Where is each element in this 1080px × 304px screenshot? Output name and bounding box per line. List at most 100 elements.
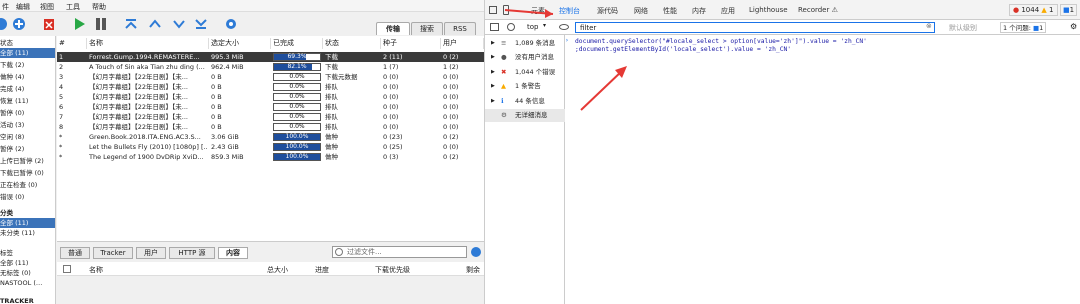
torrent-row[interactable]: 2 A Touch of Sin aka Tian zhu ding (... 96… bbox=[57, 62, 484, 72]
collapse-icon[interactable] bbox=[471, 247, 481, 257]
tag-item[interactable]: NASTOOL (… bbox=[0, 278, 55, 288]
cell-num: 6 bbox=[59, 103, 64, 111]
torrent-row[interactable]: 8 【幻月字幕组】【22年日剧】【未... 0 B 排队 0 (0) 0 (0) 0.0% bbox=[57, 122, 484, 132]
cell-seeds: 0 (3) bbox=[383, 153, 399, 161]
col-file-name[interactable]: 名称 bbox=[89, 265, 103, 275]
cell-seeds: 0 (0) bbox=[383, 83, 399, 91]
status-filter-item[interactable]: 正在检查 (0) bbox=[0, 180, 55, 190]
col-file-progress[interactable]: 进度 bbox=[315, 265, 329, 275]
torrent-row[interactable]: * Let the Bullets Fly (2010) [1080p] [...… bbox=[57, 142, 484, 152]
sidebar-errors[interactable]: ▶ ✖ 1,044 个错误 bbox=[485, 66, 565, 79]
col-seeds[interactable]: 种子 bbox=[381, 38, 441, 49]
settings-gear-icon[interactable]: ⚙ bbox=[1070, 22, 1077, 31]
col-num[interactable]: # bbox=[57, 38, 87, 49]
col-size[interactable]: 选定大小 bbox=[209, 38, 271, 49]
issues-label: 1 个问题: bbox=[1003, 24, 1031, 32]
clear-filter-icon[interactable]: ⊗ bbox=[926, 22, 932, 30]
cell-peers: 0 (2) bbox=[443, 133, 459, 141]
torrent-row[interactable]: 7 【幻月字幕组】【22年日剧】【未... 0 B 排队 0 (0) 0 (0) 0.0% bbox=[57, 112, 484, 122]
status-filter-item[interactable]: 空闲 (8) bbox=[0, 132, 55, 142]
col-status[interactable]: 状态 bbox=[323, 38, 381, 49]
device-icon[interactable] bbox=[503, 5, 509, 15]
error-badge[interactable]: ● 1044 ▲ 1 bbox=[1009, 4, 1058, 16]
sidebar-verbose[interactable]: ⚙ 无详细消息 bbox=[485, 109, 565, 122]
menu-file[interactable]: 件 bbox=[2, 2, 9, 12]
col-peers[interactable]: 用户 bbox=[441, 38, 484, 49]
sidebar-info[interactable]: ▶ ℹ 44 条信息 bbox=[485, 95, 565, 108]
status-filter-item[interactable]: 上传已暂停 (2) bbox=[0, 156, 55, 166]
tab-console[interactable]: 控制台 bbox=[559, 6, 580, 16]
status-filter-item[interactable]: 下载 (2) bbox=[0, 60, 55, 70]
clear-console-icon[interactable] bbox=[507, 23, 515, 31]
context-select[interactable]: top bbox=[527, 23, 538, 31]
status-filter-item[interactable]: 错误 (0) bbox=[0, 192, 55, 202]
progress-label: 100.0% bbox=[285, 143, 309, 150]
cell-size: 962.4 MiB bbox=[211, 63, 244, 71]
console-output[interactable]: › document.querySelector("#locale_select… bbox=[565, 36, 1079, 304]
col-remaining[interactable]: 剩余 bbox=[466, 265, 480, 275]
torrent-row[interactable]: 3 【幻月字幕组】【22年日剧】【未... 0 B 下载元数据 0 (0) 0 (0) 0.… bbox=[57, 72, 484, 82]
cell-name: 【幻月字幕组】【22年日剧】【未... bbox=[89, 93, 188, 101]
issues-button[interactable]: 1 个问题: ■1 bbox=[1000, 22, 1047, 33]
file-filter-input[interactable]: 过滤文件... bbox=[332, 246, 467, 258]
tab-sources[interactable]: 源代码 bbox=[597, 6, 618, 16]
torrent-row[interactable]: 1 Forrest.Gump.1994.REMASTERE... 995.3 MiB… bbox=[57, 52, 484, 62]
tab-peers[interactable]: 用户 bbox=[136, 247, 166, 259]
cell-seeds: 0 (23) bbox=[383, 133, 403, 141]
tab-rss[interactable]: RSS bbox=[444, 22, 476, 35]
torrent-row[interactable]: * The Legend of 1900 DvDRip XviD... 859.3 … bbox=[57, 152, 484, 162]
status-filter-item[interactable]: 做种 (4) bbox=[0, 72, 55, 82]
progress-bar: 0.0% bbox=[273, 93, 321, 101]
col-total-size[interactable]: 总大小 bbox=[267, 265, 288, 275]
status-filter-item[interactable]: 活动 (3) bbox=[0, 120, 55, 130]
sidebar-messages[interactable]: ▶ ≡ 1,089 条消息 bbox=[485, 37, 565, 50]
progress-bar: 0.0% bbox=[273, 83, 321, 91]
tab-application[interactable]: 应用 bbox=[721, 6, 735, 16]
torrent-row[interactable]: 6 【幻月字幕组】【22年日剧】【未... 0 B 排队 0 (0) 0 (0) 0.0% bbox=[57, 102, 484, 112]
menu-tools[interactable]: 工具 bbox=[66, 2, 80, 12]
tag-item[interactable]: 无标签 (0) bbox=[0, 268, 55, 278]
tab-elements[interactable]: 元素 bbox=[531, 6, 545, 16]
menu-edit[interactable]: 编辑 bbox=[16, 2, 30, 12]
col-progress[interactable]: 已完成 bbox=[271, 38, 323, 49]
tab-network[interactable]: 网络 bbox=[634, 6, 648, 16]
col-name[interactable]: 名称 bbox=[87, 38, 209, 49]
tag-item[interactable]: 全部 (11) bbox=[0, 258, 55, 268]
tab-general[interactable]: 普通 bbox=[60, 247, 90, 259]
eye-icon[interactable] bbox=[559, 24, 569, 30]
tab-http-sources[interactable]: HTTP 源 bbox=[169, 247, 215, 259]
category-item[interactable]: 未分类 (11) bbox=[0, 228, 55, 238]
tab-trackers[interactable]: Tracker bbox=[93, 247, 133, 259]
torrent-row[interactable]: 5 【幻月字幕组】【22年日剧】【未... 0 B 排队 0 (0) 0 (0) 0.0% bbox=[57, 92, 484, 102]
sidebar-user-messages[interactable]: ▶ ● 没有用户消息 bbox=[485, 51, 565, 64]
log-level-select[interactable]: 默认级别 bbox=[949, 23, 977, 33]
col-priority[interactable]: 下载优先级 bbox=[375, 265, 410, 275]
context-chevron-down-icon: ▾ bbox=[543, 22, 547, 29]
tab-performance[interactable]: 性能 bbox=[663, 6, 677, 16]
tab-recorder[interactable]: Recorder ⚠ bbox=[798, 6, 838, 14]
tab-content[interactable]: 内容 bbox=[218, 247, 248, 259]
progress-bar: 0.0% bbox=[273, 113, 321, 121]
sidebar-toggle-icon[interactable] bbox=[490, 23, 499, 31]
status-filter-item[interactable]: 完成 (4) bbox=[0, 84, 55, 94]
inspect-icon[interactable] bbox=[489, 6, 497, 14]
status-filter-item[interactable]: 恢复 (11) bbox=[0, 96, 55, 106]
torrent-row[interactable]: 4 【幻月字幕组】【22年日剧】【未... 0 B 排队 0 (0) 0 (0) 0.0% bbox=[57, 82, 484, 92]
torrent-row[interactable]: * Green.Book.2018.ITA.ENG.AC3.S... 3.06 Gi… bbox=[57, 132, 484, 142]
tab-search[interactable]: 搜索 bbox=[411, 22, 443, 35]
tab-memory[interactable]: 内存 bbox=[692, 6, 706, 16]
tab-lighthouse[interactable]: Lighthouse bbox=[749, 6, 788, 14]
status-filter-item[interactable]: 暂停 (2) bbox=[0, 144, 55, 154]
console-filter-input[interactable]: filter bbox=[575, 22, 935, 33]
menu-view[interactable]: 视图 bbox=[40, 2, 54, 12]
status-filter-item[interactable]: 暂停 (0) bbox=[0, 108, 55, 118]
category-item[interactable]: 全部 (11) bbox=[0, 218, 55, 228]
tab-transfers[interactable]: 传输 bbox=[376, 22, 410, 35]
menu-help[interactable]: 帮助 bbox=[92, 2, 106, 12]
sidebar-warnings[interactable]: ▶ ▲ 1 条警告 bbox=[485, 80, 565, 93]
menu-bar: 件 编辑 视图 工具 帮助 bbox=[0, 0, 484, 12]
select-all-checkbox[interactable] bbox=[63, 265, 71, 273]
status-filter-item[interactable]: 全部 (11) bbox=[0, 48, 55, 58]
status-filter-item[interactable]: 下载已暂停 (0) bbox=[0, 168, 55, 178]
info-badge[interactable]: ■1 bbox=[1060, 4, 1078, 16]
